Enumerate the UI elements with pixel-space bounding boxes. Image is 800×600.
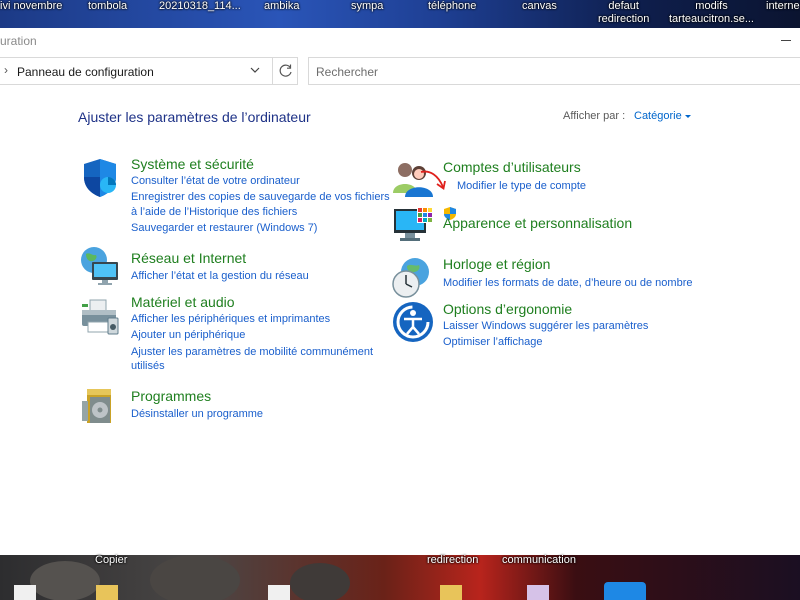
desktop-icon-label[interactable]: sympa [351,0,383,13]
desktop-icon-label[interactable]: canvas [522,0,557,13]
minimize-button[interactable] [772,30,800,52]
appearance-monitor-icon[interactable] [391,205,435,249]
background-rock [30,561,100,600]
folder-icon[interactable] [96,585,118,600]
control-panel-window: uration › Panneau de configuration Reche… [0,28,800,555]
link-add-device[interactable]: Ajouter un périphérique [131,328,245,343]
background-rock [150,555,240,600]
link-uninstall-program[interactable]: Désinstaller un programme [131,407,263,422]
page-title: Ajuster les paramètres de l’ordinateur [78,109,311,125]
background-rock [290,563,350,600]
category-title-user-accounts[interactable]: Comptes d’utilisateurs [443,159,581,175]
chevron-down-icon[interactable] [248,62,262,78]
desktop-icon-label[interactable]: Copier [95,554,127,567]
shield-security-icon[interactable] [78,155,122,199]
link-optimize-display[interactable]: Optimiser l’affichage [443,335,542,350]
link-network-status[interactable]: Afficher l’état et la gestion du réseau [131,269,309,284]
category-title-hardware[interactable]: Matériel et audio [131,294,235,310]
link-save-backup-copies[interactable]: Enregistrer des copies de sauvegarde de … [131,190,390,205]
category-title-system-security[interactable]: Système et sécurité [131,156,254,172]
category-title-network[interactable]: Réseau et Internet [131,250,246,266]
file-icon[interactable] [14,585,36,600]
link-mobility-settings-cont[interactable]: utilisés [131,359,165,374]
desktop-icon-label[interactable]: tombola [88,0,127,13]
app-shortcut-icon[interactable] [604,582,646,600]
link-file-history[interactable]: à l’aide de l’Historique des fichiers [131,205,297,220]
window-title: uration [0,34,37,48]
breadcrumb-path[interactable]: Panneau de configuration [17,65,154,79]
desktop-icon-label[interactable]: redirection [427,554,478,567]
title-bar[interactable]: uration [0,28,800,54]
category-title-programs[interactable]: Programmes [131,388,211,404]
file-icon[interactable] [268,585,290,600]
desktop-icon-label[interactable]: 20210318_114... [159,0,241,13]
programs-box-icon[interactable] [78,383,122,427]
folder-icon[interactable] [440,585,462,600]
refresh-button[interactable] [272,58,298,84]
clock-region-icon[interactable] [391,256,435,300]
breadcrumb-chevron-icon[interactable]: › [4,63,8,77]
desktop-icon-label[interactable]: téléphone [428,0,476,13]
desktop-icon-label[interactable]: modifs tarteaucitron.se... [669,0,754,26]
address-bar[interactable]: › Panneau de configuration [0,57,298,85]
desktop-icon-label[interactable]: ambika [264,0,299,13]
search-placeholder: Rechercher [316,65,379,79]
link-date-time-formats[interactable]: Modifier les formats de date, d’heure ou… [443,276,692,291]
view-by-label: Afficher par : [563,110,626,122]
desktop-icon-label[interactable]: interne [766,0,800,13]
link-devices-printers[interactable]: Afficher les périphériques et imprimante… [131,312,330,327]
link-windows-suggest-settings[interactable]: Laisser Windows suggérer les paramètres [443,319,648,334]
dropdown-arrow-icon[interactable] [685,115,691,118]
link-view-computer-status[interactable]: Consulter l’état de votre ordinateur [131,174,300,189]
annotation-arrow-icon [420,170,446,191]
ease-of-access-icon[interactable] [391,300,435,344]
desktop-icon-label[interactable]: ivi novembre [0,0,62,13]
search-input[interactable]: Rechercher [308,57,800,85]
file-icon[interactable] [527,585,549,600]
category-title-appearance[interactable]: Apparence et personnalisation [443,215,632,231]
refresh-icon [279,64,292,77]
printer-hardware-icon[interactable] [78,294,122,338]
desktop-icon-label[interactable]: defaut redirection [598,0,649,26]
category-title-clock-region[interactable]: Horloge et région [443,256,550,272]
link-backup-restore[interactable]: Sauvegarder et restaurer (Windows 7) [131,221,317,236]
network-globe-icon[interactable] [78,244,122,288]
view-by-dropdown[interactable]: Catégorie [634,110,682,122]
link-change-account-type[interactable]: Modifier le type de compte [457,179,586,194]
link-mobility-settings[interactable]: Ajuster les paramètres de mobilité commu… [131,345,373,360]
category-title-ease-of-access[interactable]: Options d’ergonomie [443,301,572,317]
desktop-icon-label[interactable]: communication [502,554,576,567]
